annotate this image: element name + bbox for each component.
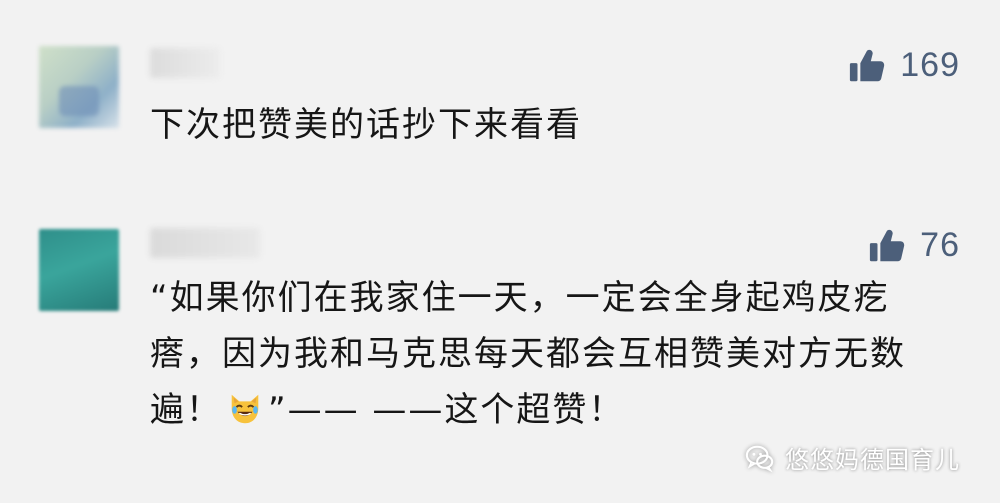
username-blurred[interactable] bbox=[150, 48, 220, 78]
like-count: 169 bbox=[900, 46, 960, 84]
watermark: 悠悠妈德国育儿 bbox=[745, 440, 960, 475]
comment-text: “如果你们在我家住一天，一定会全身起鸡皮疙瘩，因为我和马克思每天都会互相赞美对方… bbox=[150, 270, 950, 438]
wechat-icon bbox=[745, 445, 774, 472]
like-count: 76 bbox=[920, 226, 960, 264]
watermark-label: 悠悠妈德国育儿 bbox=[785, 446, 960, 474]
username-blurred[interactable] bbox=[150, 228, 260, 258]
thumbs-up-icon bbox=[870, 229, 905, 261]
avatar[interactable] bbox=[39, 229, 119, 311]
avatar[interactable] bbox=[39, 46, 119, 128]
comment-text-part: ”—— ——这个超赞！ bbox=[268, 390, 625, 430]
thumbs-up-icon bbox=[850, 49, 885, 81]
like-button[interactable]: 169 bbox=[848, 46, 960, 85]
joy-cat-icon bbox=[231, 394, 259, 424]
comment-text: 下次把赞美的话抄下来看看 bbox=[150, 105, 582, 145]
like-button[interactable]: 76 bbox=[868, 226, 960, 265]
